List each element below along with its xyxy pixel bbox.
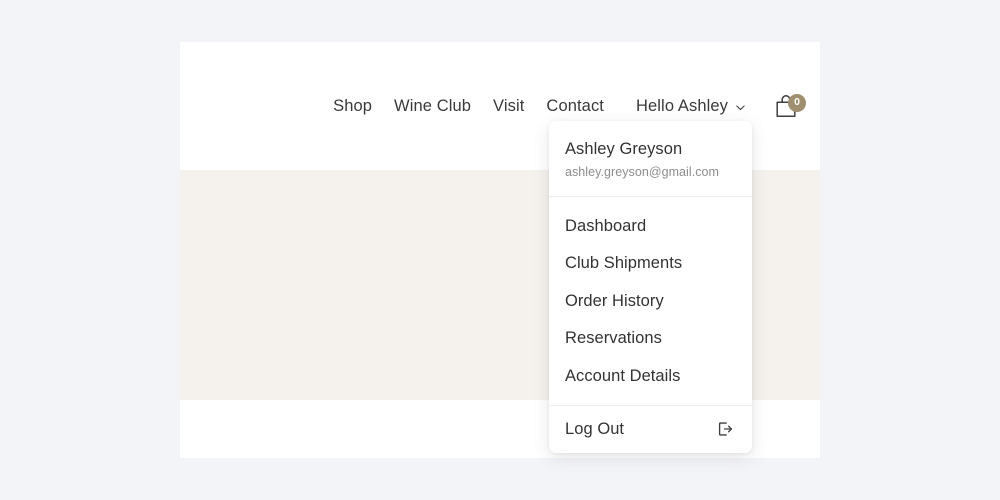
- dropdown-link-list: Dashboard Club Shipments Order History R…: [549, 197, 752, 405]
- account-menu-trigger[interactable]: Hello Ashley: [618, 92, 756, 121]
- nav-link-shop[interactable]: Shop: [322, 92, 383, 121]
- dropdown-link-order-history[interactable]: Order History: [549, 282, 752, 320]
- logout-label: Log Out: [565, 419, 625, 438]
- logout-icon: [718, 422, 733, 436]
- account-dropdown-menu: Ashley Greyson ashley.greyson@gmail.com …: [549, 121, 752, 453]
- dropdown-user-email: ashley.greyson@gmail.com: [565, 164, 719, 179]
- chevron-down-icon: [736, 105, 745, 110]
- dropdown-user-name: Ashley Greyson: [565, 140, 683, 158]
- dropdown-user-info: Ashley Greyson ashley.greyson@gmail.com: [549, 121, 752, 196]
- nav-link-wine-club[interactable]: Wine Club: [383, 92, 482, 121]
- dropdown-link-dashboard[interactable]: Dashboard: [549, 207, 752, 245]
- dropdown-link-account-details[interactable]: Account Details: [549, 357, 752, 395]
- nav-link-visit[interactable]: Visit: [482, 92, 535, 121]
- logout-button[interactable]: Log Out: [549, 406, 752, 453]
- account-menu-label: Hello Ashley: [636, 96, 728, 115]
- dropdown-link-reservations[interactable]: Reservations: [549, 320, 752, 358]
- nav-link-contact[interactable]: Contact: [535, 92, 618, 121]
- cart-button[interactable]: 0: [772, 90, 806, 123]
- cart-count-badge: 0: [788, 93, 806, 112]
- dropdown-link-club-shipments[interactable]: Club Shipments: [549, 245, 752, 283]
